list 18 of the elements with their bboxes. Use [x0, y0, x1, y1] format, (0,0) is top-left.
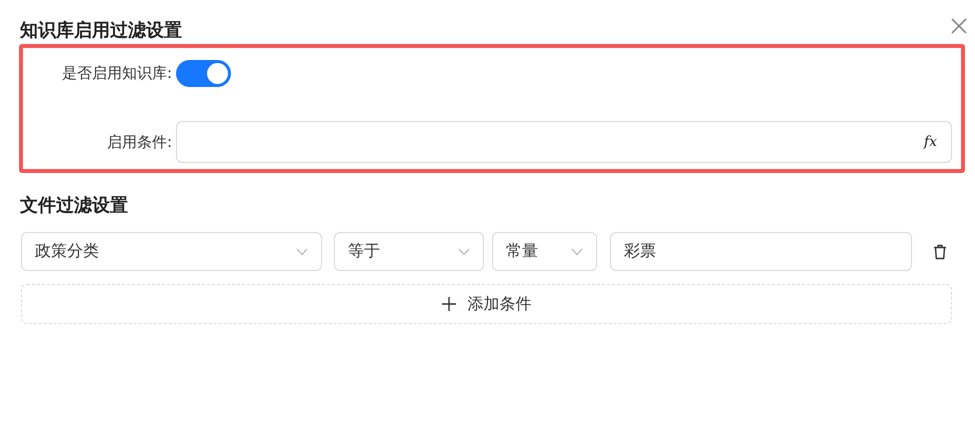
dropdown[interactable]: 政策分类 — [21, 232, 322, 271]
trash-icon[interactable] — [933, 244, 947, 260]
section-title: 文件过滤设置 — [19, 194, 129, 218]
toggle-switch[interactable] — [176, 60, 231, 87]
condition-field[interactable]: fx — [176, 121, 952, 163]
field-label: 是否启用知识库: — [60, 64, 173, 83]
input-field[interactable]: 彩票 — [610, 232, 912, 271]
dropdown[interactable]: 常量 — [492, 232, 597, 271]
formula-button[interactable]: fx — [924, 134, 937, 150]
dialog-title: 知识库启用过滤设置 — [19, 19, 182, 43]
field-label: 启用条件: — [106, 132, 173, 152]
chevron-icon — [571, 248, 583, 256]
chevron-icon — [458, 248, 470, 256]
close-icon[interactable] — [951, 18, 967, 34]
chevron-icon — [296, 248, 308, 256]
dropdown[interactable]: 等于 — [334, 232, 484, 271]
plus-icon — [442, 297, 456, 311]
add-condition-button[interactable]: 添加条件 — [21, 284, 952, 324]
